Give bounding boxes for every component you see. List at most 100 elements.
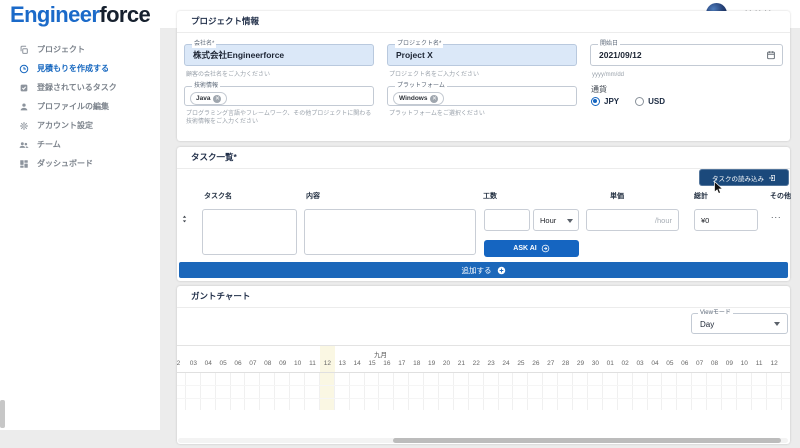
gantt-day: 09 <box>722 360 737 371</box>
sidebar-item-label: プロジェクト <box>37 44 85 55</box>
view-mode-value: Day <box>700 320 714 329</box>
tech-chip: Java✕ <box>190 92 227 105</box>
gantt-day: 28 <box>558 360 573 371</box>
project-name-input[interactable] <box>390 46 556 64</box>
gantt-grid-cell <box>603 373 618 410</box>
column-header: その他 <box>770 191 791 201</box>
currency-radio-usd[interactable]: USD <box>635 97 665 106</box>
gantt-grid-cell <box>499 373 514 410</box>
company-name-input[interactable] <box>187 46 353 64</box>
gantt-day: 07 <box>245 360 260 371</box>
tech-info-field[interactable]: 技術情報 Java✕ <box>184 86 374 106</box>
sidebar-item-5[interactable]: チーム <box>0 135 160 154</box>
gantt-grid-cell <box>722 373 737 410</box>
task-name-textarea[interactable] <box>202 209 297 255</box>
gantt-day: 01 <box>603 360 618 371</box>
task-description-textarea[interactable] <box>304 209 476 255</box>
gantt-day: 21 <box>454 360 469 371</box>
tech-chip-label: Java <box>196 95 210 102</box>
gantt-day: 25 <box>513 360 528 371</box>
gantt-day: 06 <box>677 360 692 371</box>
unit-price-input[interactable] <box>586 209 679 231</box>
effort-unit-select[interactable]: Hour <box>533 209 579 231</box>
gantt-grid-cell <box>260 373 275 410</box>
currency-radio-jpy[interactable]: JPY <box>591 97 619 106</box>
task-check-icon <box>19 83 29 93</box>
gantt-day: 03 <box>186 360 201 371</box>
gantt-day: 16 <box>379 360 394 371</box>
gantt-scrollbar-track[interactable] <box>178 438 788 443</box>
effort-input[interactable] <box>484 209 530 231</box>
gantt-grid-cell <box>290 373 305 410</box>
gantt-day: 11 <box>305 360 320 371</box>
gantt-grid-cell <box>275 373 290 410</box>
sidebar-scrollbar-thumb[interactable] <box>0 400 5 428</box>
gantt-day: 13 <box>335 360 350 371</box>
sidebar-item-6[interactable]: ダッシュボード <box>0 154 160 173</box>
gantt-day: 03 <box>633 360 648 371</box>
gantt-day: 14 <box>350 360 365 371</box>
gantt-grid-cell <box>692 373 707 410</box>
gantt-day: 05 <box>216 360 231 371</box>
platform-chip-label: Windows <box>399 95 427 102</box>
gantt-grid-cell <box>543 373 558 410</box>
sidebar-item-3[interactable]: プロファイルの編集 <box>0 97 160 116</box>
gantt-grid-cell <box>424 373 439 410</box>
gantt-grid-cell <box>484 373 499 410</box>
column-header: 単価 <box>610 191 624 201</box>
sidebar-item-label: プロファイルの編集 <box>37 101 109 112</box>
task-list-panel: タスク一覧* タスクの読み込み タスク名内容工数単価総計その他 Hour ...… <box>177 147 790 281</box>
company-name-helper: 顧客の会社名をご入力ください <box>186 71 270 79</box>
currency-options: JPY USD <box>591 97 665 106</box>
calendar-icon[interactable] <box>766 50 776 60</box>
currency-label: 通貨 <box>591 84 607 95</box>
gantt-day: 22 <box>469 360 484 371</box>
gantt-grid-cell <box>558 373 573 410</box>
gantt-day: 20 <box>439 360 454 371</box>
gantt-day: 05 <box>662 360 677 371</box>
sidebar-item-4[interactable]: アカウント設定 <box>0 116 160 135</box>
sidebar-item-1[interactable]: 見積もりを作成する <box>0 59 160 78</box>
start-date-field: 開始日 <box>590 44 783 66</box>
sidebar-item-label: アカウント設定 <box>37 120 93 131</box>
platform-chip: Windows✕ <box>393 92 444 105</box>
row-more-menu[interactable]: ... <box>771 210 782 220</box>
project-info-title: プロジェクト情報 <box>177 11 790 33</box>
gantt-day: 19 <box>424 360 439 371</box>
ask-ai-button[interactable]: ASK AI <box>484 240 579 257</box>
close-circle-icon[interactable]: ✕ <box>213 95 221 103</box>
gantt-day: 30 <box>588 360 603 371</box>
arrow-circle-icon <box>541 244 550 253</box>
gantt-day: 15 <box>365 360 380 371</box>
tech-info-helper: プログラミング言語やフレームワーク、その他プロジェクトに関わる技術情報をご入力く… <box>186 110 372 126</box>
gantt-grid-cell <box>186 373 201 410</box>
gantt-grid-cell <box>335 373 350 410</box>
project-name-helper: プロジェクト名をご入力ください <box>389 71 479 79</box>
gantt-month-label: 九月 <box>374 349 387 359</box>
gantt-grid-cell <box>439 373 454 410</box>
logo-part-blue: Engineer <box>10 2 99 27</box>
company-name-field: 会社名* <box>184 44 374 66</box>
radio-icon <box>591 97 600 106</box>
gantt-grid-cell <box>633 373 648 410</box>
team-icon <box>19 140 29 150</box>
gantt-grid-cell <box>469 373 484 410</box>
gantt-scrollbar-thumb[interactable] <box>393 438 781 443</box>
sort-arrows-icon[interactable] <box>180 213 189 225</box>
column-header: 総計 <box>694 191 708 201</box>
gantt-title: ガントチャート <box>177 286 790 308</box>
sidebar-item-2[interactable]: 登録されているタスク <box>0 78 160 97</box>
total-input[interactable] <box>694 209 758 231</box>
currency-option-label: JPY <box>604 97 619 106</box>
sidebar-item-label: チーム <box>37 139 61 150</box>
gantt-grid-cell <box>365 373 380 410</box>
start-date-input[interactable] <box>593 46 761 64</box>
sidebar-item-0[interactable]: プロジェクト <box>0 40 160 59</box>
view-mode-select[interactable]: Viewモード Day <box>691 313 788 334</box>
close-circle-icon[interactable]: ✕ <box>430 95 438 103</box>
platform-field[interactable]: プラットフォーム Windows✕ <box>387 86 577 106</box>
gantt-day: 09 <box>275 360 290 371</box>
gantt-day: 23 <box>484 360 499 371</box>
add-task-button[interactable]: 追加する <box>179 262 788 278</box>
gantt-grid-cell <box>379 373 394 410</box>
